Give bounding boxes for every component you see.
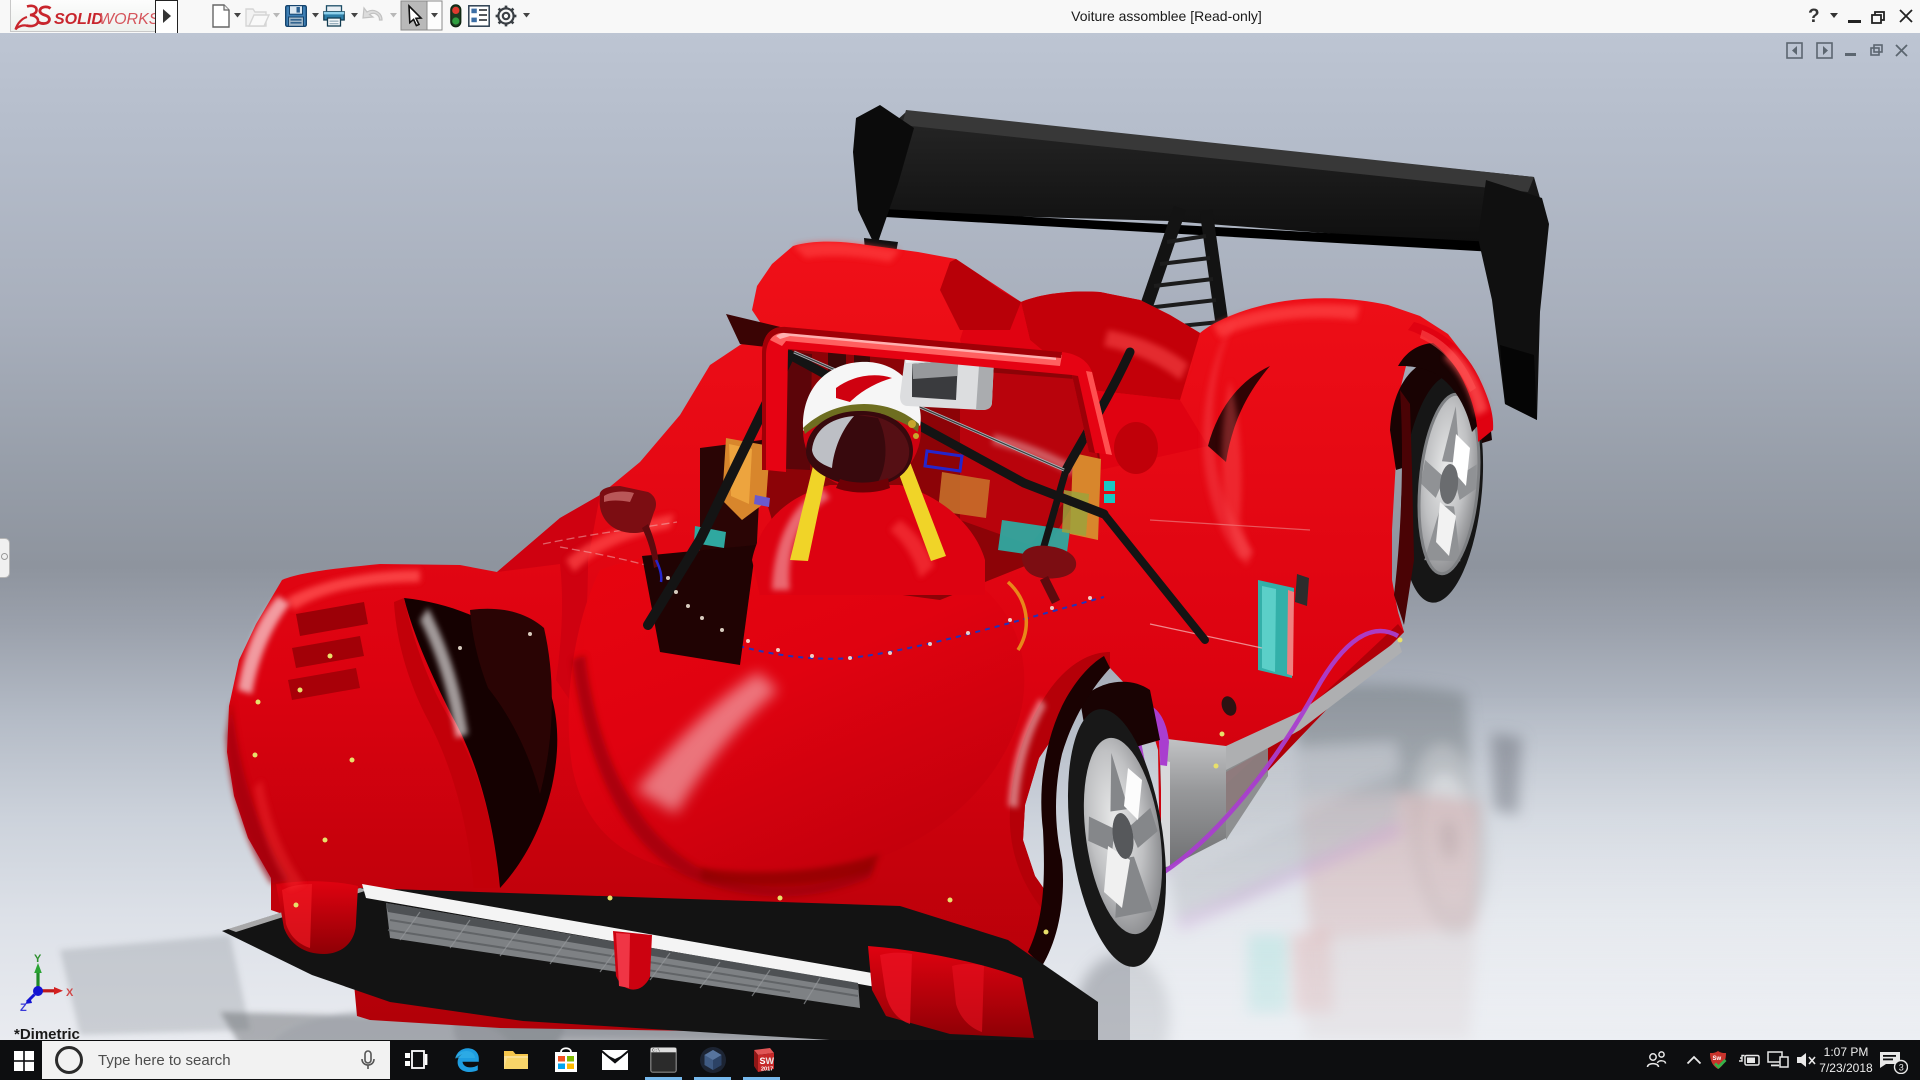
svg-text:2017: 2017	[761, 1067, 773, 1073]
svg-text:3: 3	[1899, 1063, 1904, 1073]
svg-text:X: X	[66, 987, 74, 999]
svg-text:C:\: C:\	[652, 1048, 660, 1054]
svg-text:WORKS: WORKS	[99, 11, 159, 28]
svg-text:SW: SW	[760, 1056, 775, 1066]
svg-text:Z: Z	[20, 1002, 27, 1012]
svg-text:Sw: Sw	[1713, 1056, 1722, 1062]
svg-text:SOLID: SOLID	[54, 11, 103, 28]
svg-text:?: ?	[1808, 6, 1820, 27]
